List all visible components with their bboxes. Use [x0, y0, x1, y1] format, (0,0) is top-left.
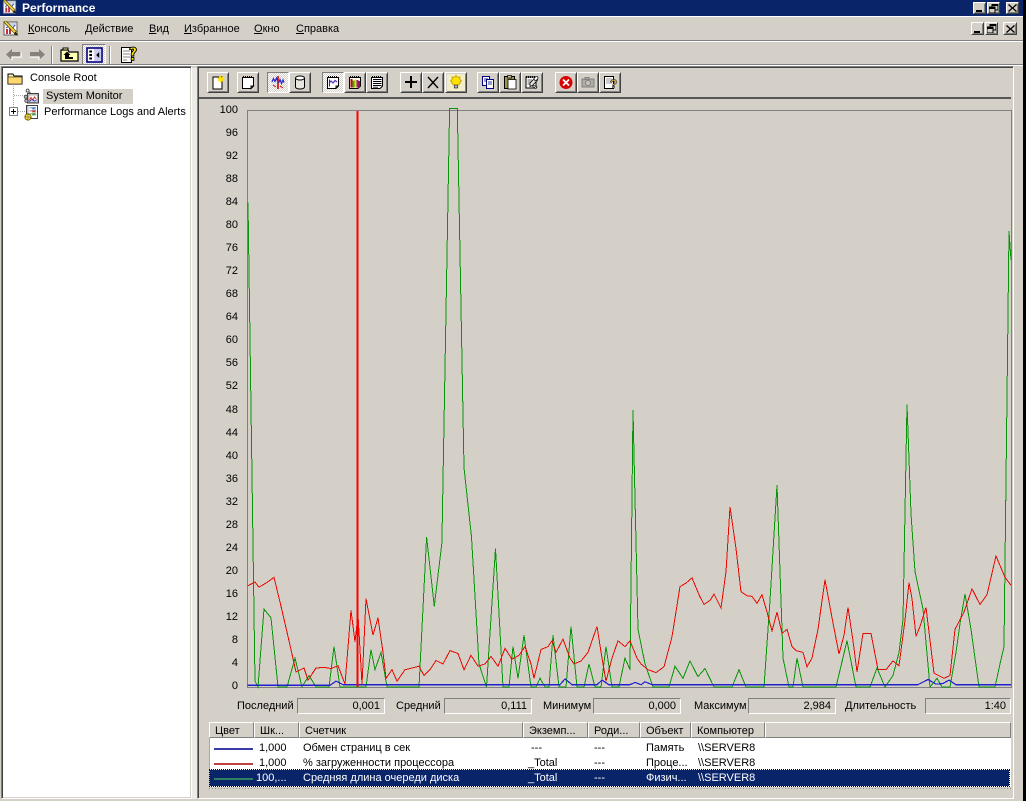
svg-text:?: ? [610, 77, 617, 91]
